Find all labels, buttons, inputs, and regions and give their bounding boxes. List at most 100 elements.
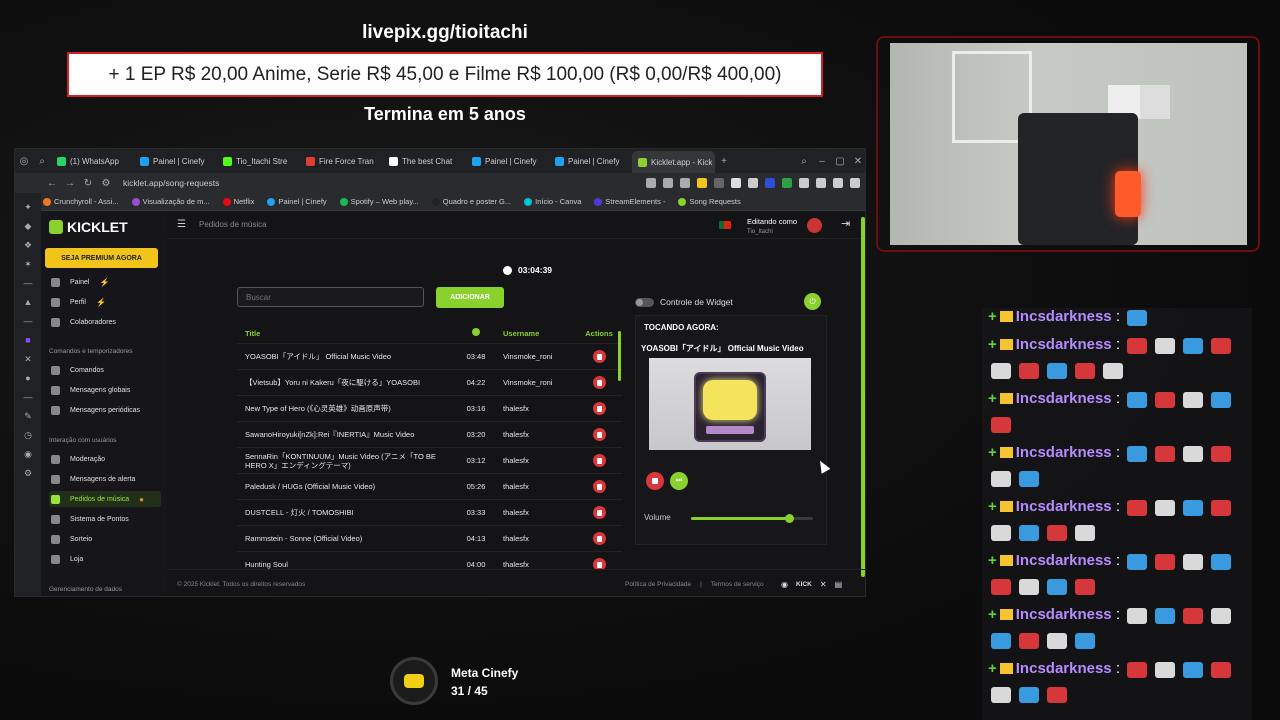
extension-icon[interactable] [714,178,724,188]
sidebar-item-mensagens-periodicas[interactable]: Mensagens periódicas [49,402,161,418]
bookmark-item[interactable]: Crunchyroll - Assi... [43,197,119,206]
chat-username[interactable]: Incsdarkness [1016,336,1112,353]
play-icon[interactable] [731,178,741,188]
delete-icon[interactable] [592,428,606,441]
x-icon[interactable]: ✕ [23,354,33,364]
side-icon[interactable]: ✎ [23,411,33,421]
share-icon[interactable] [663,178,673,188]
browser-menu-icon[interactable]: ◎ [15,156,33,167]
column-title[interactable]: Title [237,329,451,338]
chat-username[interactable]: Incsdarkness [1016,444,1112,461]
sidebar-item-loja[interactable]: Loja [49,551,161,567]
bookmark-item[interactable]: Song Requests [678,197,741,206]
side-icon[interactable]: — [23,316,33,326]
extension-icon[interactable] [765,178,775,188]
close-icon[interactable]: ✕ [849,156,865,167]
side-icon[interactable]: ✦ [23,202,33,212]
chat-username[interactable]: Incsdarkness [1016,308,1112,325]
page-scrollbar[interactable] [861,217,865,577]
twitch-icon[interactable]: ■ [23,335,33,345]
tab-search-icon[interactable]: ⌕ [33,156,51,167]
delete-icon[interactable] [592,350,606,363]
logout-icon[interactable]: ⇥ [841,217,850,230]
bookmark-item[interactable]: Visualização de m... [131,197,210,206]
browser-tab[interactable]: Painel | Cinefy [549,151,632,171]
search-icon[interactable]: ⌕ [795,156,813,167]
extension-icon[interactable] [799,178,809,188]
skip-button[interactable]: ⏭ [670,472,688,490]
stop-button[interactable] [646,472,664,490]
volume-slider[interactable] [691,514,813,523]
volume-handle[interactable] [784,514,794,523]
browser-tab[interactable]: Painel | Cinefy [466,151,549,171]
power-button[interactable]: ⏻ [804,293,821,310]
site-info-icon[interactable]: ⚙ [97,178,115,189]
menu-icon[interactable]: ☰ [177,219,189,230]
table-scrollbar[interactable] [618,331,621,381]
sidebar-item-perfil[interactable]: Perfil ⚡ [49,294,161,310]
premium-button[interactable]: SEJA PREMIUM AGORA [45,248,158,268]
new-tab-button[interactable]: + [715,156,733,167]
delete-icon[interactable] [592,506,606,519]
browser-tab[interactable]: Painel | Cinefy [134,151,217,171]
sidebar-item-alertas[interactable]: Mensagens de alerta [49,471,161,487]
sidebar-item-mensagens-globais[interactable]: Mensagens globais [49,382,161,398]
avatar[interactable] [807,218,822,233]
url-field[interactable]: kicklet.app/song-requests [123,178,219,188]
delete-icon[interactable] [592,376,606,389]
chat-username[interactable]: Incsdarkness [1016,660,1112,677]
minimize-icon[interactable]: – [813,156,831,167]
reload-icon[interactable]: ↻ [79,178,97,189]
x-icon[interactable]: ✕ [820,580,827,589]
sidebar-item-sorteio[interactable]: Sorteio [49,531,161,547]
side-icon[interactable]: ◷ [23,430,33,440]
document-icon[interactable]: ▤ [835,580,843,589]
sidebar-item-pontos[interactable]: Sistema de Pontos [49,511,161,527]
extension-icon[interactable] [782,178,792,188]
side-icon[interactable]: ◉ [23,449,33,459]
side-icon[interactable]: — [23,392,33,402]
side-icon[interactable]: ▲ [23,297,33,307]
zoom-icon[interactable] [646,178,656,188]
browser-tab[interactable]: Kicklet.app - Kick Ch [632,151,715,173]
more-menu-icon[interactable] [850,178,860,188]
side-icon[interactable]: ● [23,373,33,383]
back-icon[interactable]: ← [43,178,61,189]
browser-tab[interactable]: Tio_Itachi Stre [217,151,300,171]
maximize-icon[interactable]: ▢ [831,156,849,167]
forward-icon[interactable]: → [61,178,79,189]
heart-icon[interactable] [748,178,758,188]
discord-icon[interactable]: ◉ [781,580,788,589]
browser-tab[interactable]: The best Chat [383,151,466,171]
chat-username[interactable]: Incsdarkness [1016,606,1112,623]
profile-icon[interactable] [833,178,843,188]
side-icon[interactable]: ✶ [23,259,33,269]
sidebar-item-comandos[interactable]: Comandos [49,362,161,378]
extensions-puzzle-icon[interactable] [816,178,826,188]
widget-control-toggle[interactable] [635,298,654,307]
sidebar-item-painel[interactable]: Painel ⚡ [49,274,161,290]
privacy-link[interactable]: Política de Privacidade [625,581,691,588]
chat-username[interactable]: Incsdarkness [1016,552,1112,569]
side-icon[interactable]: ◆ [23,221,33,231]
extension-icon[interactable] [697,178,707,188]
bookmark-item[interactable]: Painel | Cinefy [267,197,327,206]
delete-icon[interactable] [592,558,606,569]
language-flag-icon[interactable] [719,221,731,229]
delete-icon[interactable] [592,402,606,415]
kicklet-logo[interactable]: KICKLET [49,219,128,235]
kick-link[interactable]: KICK [796,581,812,588]
bookmark-item[interactable]: Quadro e poster G... [431,197,511,206]
delete-icon[interactable] [592,454,606,467]
sidebar-item-colaboradores[interactable]: Colaboradores [49,314,161,330]
column-duration[interactable] [451,328,501,338]
chat-username[interactable]: Incsdarkness [1016,390,1112,407]
side-icon[interactable]: ❖ [23,240,33,250]
search-input[interactable] [237,287,424,307]
delete-icon[interactable] [592,532,606,545]
side-icon[interactable]: — [23,278,33,288]
bookmark-star-icon[interactable] [680,178,690,188]
chat-username[interactable]: Incsdarkness [1016,498,1112,515]
settings-icon[interactable]: ⚙ [23,468,33,478]
sidebar-item-pedidos-musica[interactable]: Pedidos de música ● [49,491,161,507]
